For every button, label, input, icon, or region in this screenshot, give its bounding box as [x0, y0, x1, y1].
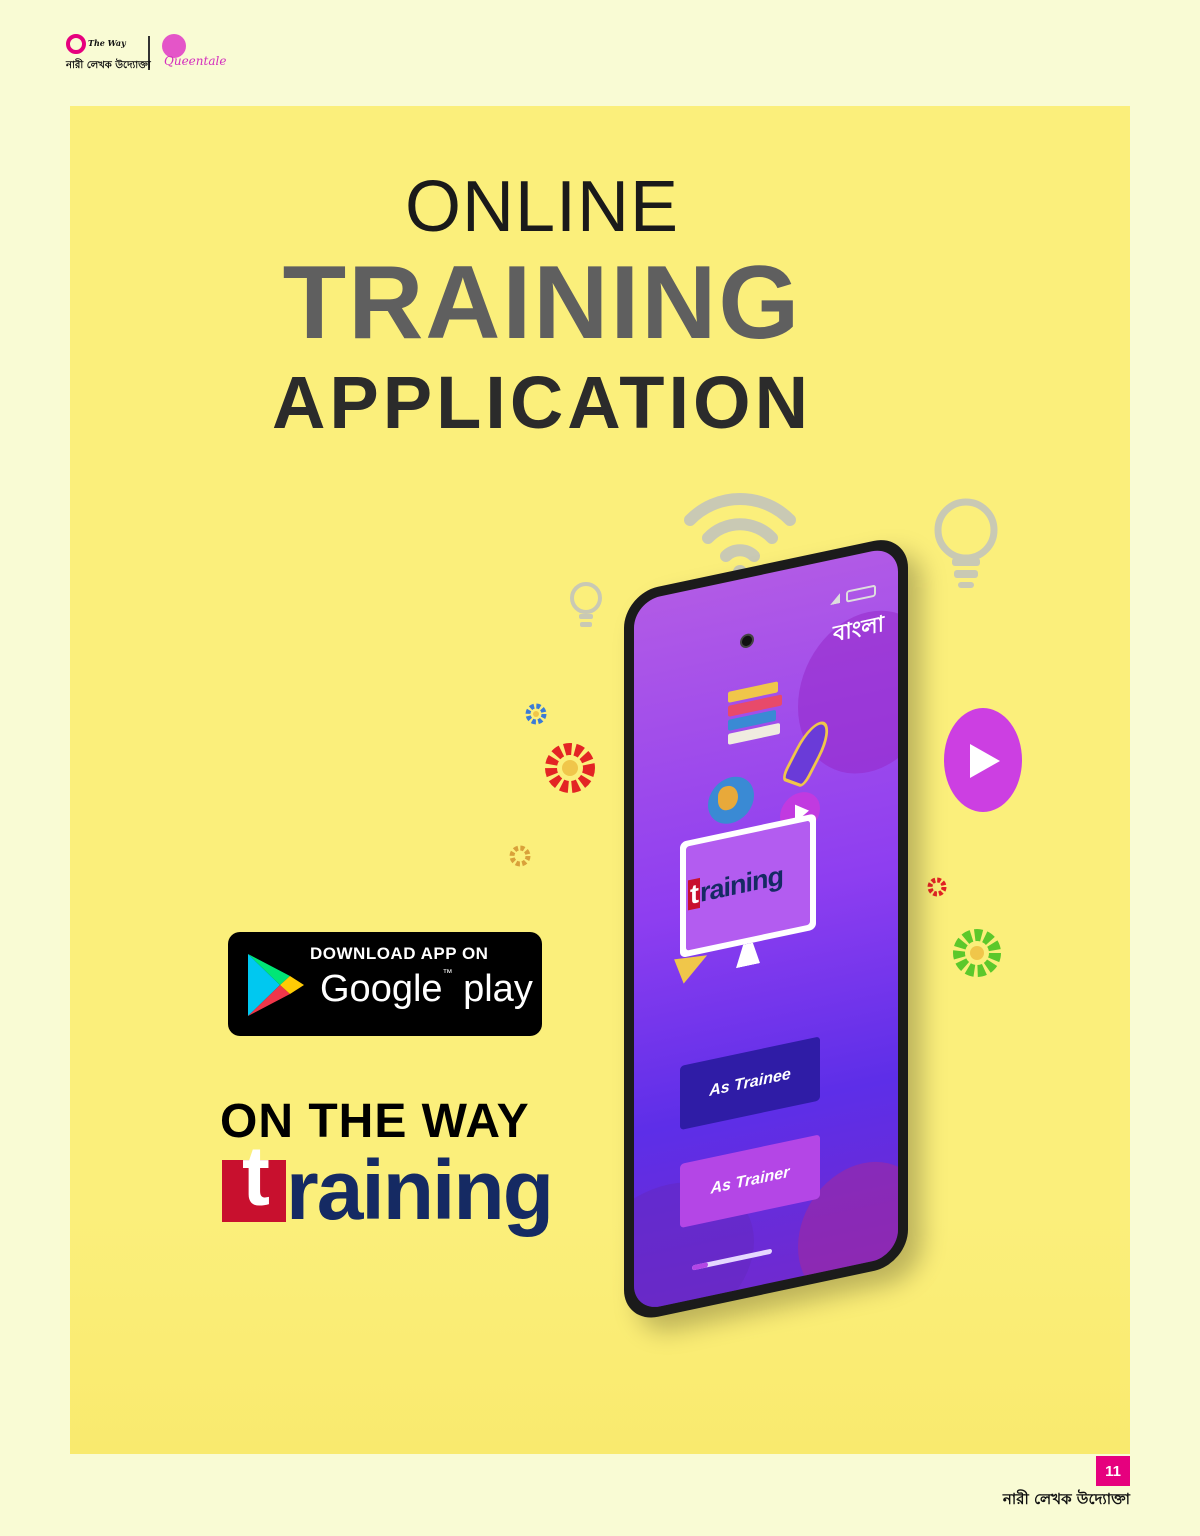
training-logo: t raining [222, 1134, 554, 1237]
on-the-way-logo: The Way নারী লেখক উদ্যোক্তা [66, 32, 151, 74]
ad-panel: ONLINE TRAINING APPLICATION DOWNLOAD APP… [70, 106, 1130, 1454]
gear-icon [525, 703, 547, 725]
logo-bengali-text: নারী লেখক উদ্যোক্তা [66, 60, 151, 71]
phone-mockup: বাংলা training As Trainee As Trainer [624, 533, 908, 1324]
title-training: TRAINING [282, 245, 802, 361]
gear-small-icon [509, 845, 531, 867]
google-play-icon [248, 954, 304, 1016]
footer-brand: নারী লেখক উদ্যোক্তা [1002, 1490, 1130, 1508]
globe-icon [708, 772, 754, 829]
as-trainee-button[interactable]: As Trainee [680, 1036, 820, 1131]
floor-gradient [70, 1216, 1130, 1454]
status-bar [830, 584, 876, 606]
logo-english-text: The Way [88, 38, 126, 48]
lightbulb-icon [934, 498, 998, 588]
queentale-name: Queentale [164, 54, 227, 68]
gear-green-icon [953, 929, 1001, 977]
play-icon [944, 708, 1022, 812]
gear-tiny-icon [927, 877, 947, 897]
training-logo-block: t [222, 1134, 286, 1222]
gear-red-icon [545, 743, 595, 793]
queentale-logo: Queentale [160, 32, 230, 74]
badge-big-text: Google™ play [320, 968, 533, 1010]
front-camera [740, 632, 754, 650]
title-online: ONLINE [404, 167, 680, 247]
badge-small-text: DOWNLOAD APP ON [310, 944, 489, 963]
monitor-icon: training [680, 813, 816, 959]
header-logos: The Way নারী লেখক উদ্যোক্তা Queentale [66, 30, 230, 76]
google-play-badge[interactable]: DOWNLOAD APP ON Google™ play [228, 932, 542, 1036]
books-icon [728, 680, 782, 751]
title-application: APPLICATION [271, 361, 813, 444]
battery-icon [846, 584, 876, 603]
as-trainer-button[interactable]: As Trainer [680, 1134, 820, 1229]
page-number: 11 [1096, 1456, 1130, 1486]
signal-icon [830, 593, 840, 605]
phone-screen: বাংলা training As Trainee As Trainer [634, 545, 898, 1312]
lightbulb-small-icon [570, 582, 602, 627]
logo-circle-icon [66, 34, 86, 54]
training-logo-text: raining [286, 1143, 554, 1237]
